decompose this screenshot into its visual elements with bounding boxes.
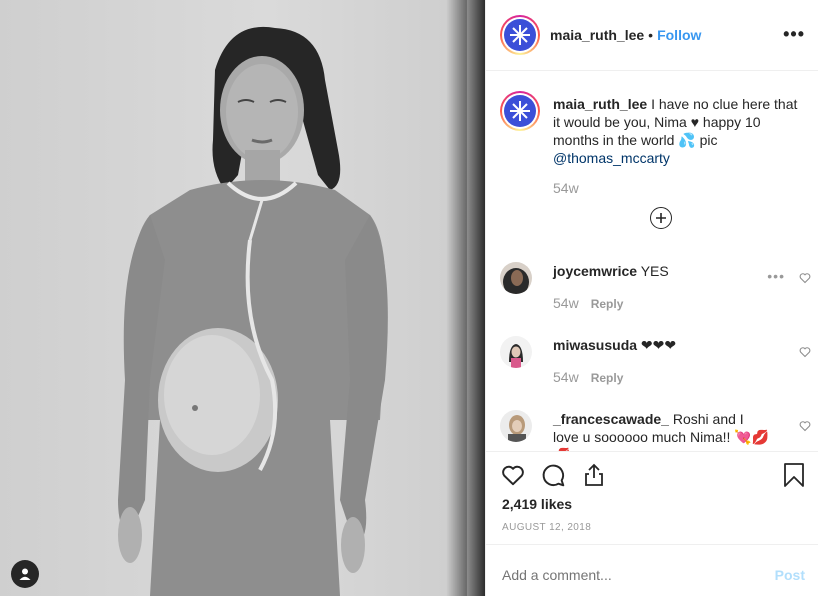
caption-mention[interactable]: @thomas_mccarty bbox=[553, 150, 670, 166]
comment-username[interactable]: _francescawade_ bbox=[553, 411, 669, 427]
load-more-comments-button[interactable] bbox=[650, 207, 672, 229]
likes-count[interactable]: 2,419 likes bbox=[502, 496, 572, 512]
separator-dot: • bbox=[648, 27, 654, 43]
caption-time[interactable]: 54w bbox=[553, 180, 579, 196]
comment-username[interactable]: miwasusuda bbox=[553, 337, 637, 353]
comment-like-icon[interactable] bbox=[799, 345, 811, 361]
post-photo[interactable] bbox=[0, 0, 485, 596]
post-actions: 2,419 likes AUGUST 12, 2018 bbox=[486, 451, 818, 544]
post-comment-button[interactable]: Post bbox=[775, 567, 805, 583]
comment-item: miwasusuda ❤❤❤ 54w Reply bbox=[500, 336, 815, 386]
comment-like-icon[interactable] bbox=[799, 271, 811, 287]
heart-icon[interactable] bbox=[500, 462, 526, 491]
photo-subject bbox=[118, 26, 388, 596]
comment-input[interactable] bbox=[502, 567, 752, 583]
comment-item: joycemwrice YES 54w Reply ••• bbox=[500, 262, 815, 312]
commenter-avatar[interactable] bbox=[500, 262, 532, 294]
add-comment-bar: Post bbox=[486, 544, 818, 596]
comment-body: YES bbox=[640, 263, 669, 279]
author-username[interactable]: maia_ruth_lee bbox=[550, 27, 644, 43]
comment-meta: 54w Reply bbox=[553, 369, 623, 385]
comment-body: ❤❤❤ bbox=[640, 337, 677, 353]
post-date[interactable]: AUGUST 12, 2018 bbox=[502, 522, 591, 533]
post-header: maia_ruth_lee • Follow ••• bbox=[486, 0, 818, 71]
comment-meta: 54w Reply bbox=[553, 295, 623, 311]
comment-options-icon[interactable]: ••• bbox=[767, 268, 785, 284]
more-options-icon[interactable]: ••• bbox=[783, 24, 805, 45]
comment-text: miwasusuda ❤❤❤ bbox=[553, 336, 773, 354]
plus-circle-icon bbox=[656, 213, 666, 223]
comment-text: joycemwrice YES bbox=[553, 262, 773, 280]
reply-button[interactable]: Reply bbox=[591, 371, 624, 385]
follow-button[interactable]: Follow bbox=[657, 27, 701, 43]
commenter-avatar[interactable] bbox=[500, 410, 532, 442]
caption-avatar[interactable] bbox=[500, 91, 540, 131]
comment-text: _francescawade_ Roshi and I love u soooo… bbox=[553, 410, 773, 451]
post-sidebar: maia_ruth_lee • Follow ••• maia_ruth_lee… bbox=[485, 0, 818, 596]
avatar-logo-icon bbox=[510, 25, 530, 45]
caption-username[interactable]: maia_ruth_lee bbox=[553, 96, 647, 112]
bookmark-icon[interactable] bbox=[783, 462, 805, 491]
comment-like-icon[interactable] bbox=[799, 419, 811, 435]
avatar-logo-icon bbox=[510, 101, 530, 121]
commenter-avatar[interactable] bbox=[500, 336, 532, 368]
action-bar bbox=[500, 462, 805, 488]
caption-text: maia_ruth_lee I have no clue here that i… bbox=[553, 95, 803, 167]
comment-icon[interactable] bbox=[540, 462, 566, 491]
comment-time[interactable]: 54w bbox=[553, 295, 579, 311]
share-icon[interactable] bbox=[582, 462, 606, 491]
author-avatar[interactable] bbox=[500, 15, 540, 55]
comment-username[interactable]: joycemwrice bbox=[553, 263, 637, 279]
comment-time[interactable]: 54w bbox=[553, 369, 579, 385]
comment-item: _francescawade_ Roshi and I love u soooo… bbox=[500, 410, 815, 451]
comments-list[interactable]: maia_ruth_lee I have no clue here that i… bbox=[486, 71, 818, 451]
user-tag-icon[interactable] bbox=[11, 560, 39, 588]
reply-button[interactable]: Reply bbox=[591, 297, 624, 311]
